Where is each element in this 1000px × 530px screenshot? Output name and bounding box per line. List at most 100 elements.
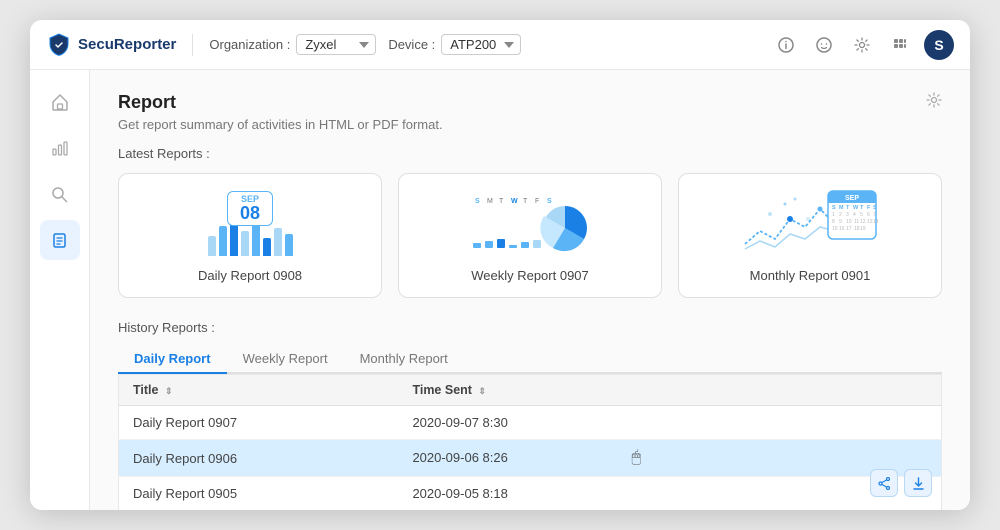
svg-text:16: 16 xyxy=(839,226,845,232)
sidebar-item-analytics[interactable] xyxy=(40,128,80,168)
svg-text:2: 2 xyxy=(839,212,842,218)
bar-1 xyxy=(208,236,216,256)
daily-calendar-badge: SEP 08 xyxy=(227,191,273,227)
table-row-highlighted: Daily Report 0906 2020-09-06 8:26 🖱 xyxy=(119,440,942,477)
org-select[interactable]: Zyxel xyxy=(296,34,376,55)
bar-2 xyxy=(219,226,227,256)
tab-daily-label: Daily Report xyxy=(134,351,211,366)
report-card-weekly[interactable]: S M T W T F S xyxy=(398,173,662,298)
topbar: SecuReporter Organization : Zyxel Device… xyxy=(30,20,970,70)
main-layout: Report Get report summary of activities … xyxy=(30,70,970,510)
svg-text:17: 17 xyxy=(846,226,852,232)
svg-text:T: T xyxy=(499,198,504,205)
daily-card-label: Daily Report 0908 xyxy=(198,268,302,283)
report-icon xyxy=(51,232,68,249)
tab-daily-report[interactable]: Daily Report xyxy=(118,345,227,374)
content-area: Report Get report summary of activities … xyxy=(90,70,970,510)
svg-text:11: 11 xyxy=(854,219,859,225)
apps-button[interactable] xyxy=(886,31,914,59)
svg-text:S: S xyxy=(873,205,877,211)
settings-button[interactable] xyxy=(848,31,876,59)
svg-text:18: 18 xyxy=(854,226,860,232)
latest-reports-label: Latest Reports : xyxy=(118,146,942,161)
info-icon xyxy=(778,37,794,53)
share-icon xyxy=(878,477,891,490)
cursor-icon: 🖱 xyxy=(631,449,641,467)
row-1-time-text: 2020-09-06 8:26 xyxy=(412,450,507,465)
svg-text:3: 3 xyxy=(846,212,849,218)
row-0-time: 2020-09-07 8:30 xyxy=(398,406,941,440)
history-table: Title ⇕ Time Sent ⇕ Daily Report 0907 xyxy=(118,374,942,510)
table-row: Daily Report 0905 2020-09-05 8:18 xyxy=(119,477,942,511)
bar-8 xyxy=(285,234,293,256)
svg-text:10: 10 xyxy=(846,219,852,225)
report-card-daily[interactable]: SEP 08 xyxy=(118,173,382,298)
svg-text:9: 9 xyxy=(839,219,842,225)
report-cards: SEP 08 xyxy=(118,173,942,298)
svg-text:M: M xyxy=(487,198,493,205)
gear-icon xyxy=(926,92,942,108)
table-row: Daily Report 0907 2020-09-07 8:30 xyxy=(119,406,942,440)
page-subtitle: Get report summary of activities in HTML… xyxy=(118,117,942,132)
svg-text:W: W xyxy=(511,198,518,205)
sidebar-item-report[interactable] xyxy=(40,220,80,260)
row-2-title: Daily Report 0905 xyxy=(119,477,399,511)
org-label: Organization : xyxy=(209,37,290,52)
page-settings-button[interactable] xyxy=(926,92,942,113)
bar-4 xyxy=(241,231,249,256)
svg-text:4: 4 xyxy=(853,212,856,218)
svg-text:F: F xyxy=(535,198,539,205)
download-icon xyxy=(912,477,925,490)
history-section: History Reports : Daily Report Weekly Re… xyxy=(118,320,942,497)
bar-5 xyxy=(252,224,260,256)
emoji-icon xyxy=(816,37,832,53)
svg-text:8: 8 xyxy=(832,219,835,225)
download-button[interactable] xyxy=(904,469,932,497)
device-label: Device : xyxy=(388,37,435,52)
th-title-label: Title xyxy=(133,383,158,397)
info-button[interactable] xyxy=(772,31,800,59)
sidebar-item-home[interactable] xyxy=(40,82,80,122)
row-2-time: 2020-09-05 8:18 xyxy=(398,477,941,511)
svg-text:T: T xyxy=(523,198,528,205)
report-card-monthly[interactable]: SEP S M T W T F S 1 2 3 xyxy=(678,173,942,298)
svg-text:SEP: SEP xyxy=(845,195,859,202)
device-select-group: Device : ATP200 xyxy=(388,34,521,55)
device-select[interactable]: ATP200 xyxy=(441,34,521,55)
monthly-card-visual: SEP S M T W T F S 1 2 3 xyxy=(693,188,927,258)
svg-text:19: 19 xyxy=(860,226,866,232)
sidebar-item-search[interactable] xyxy=(40,174,80,214)
avatar[interactable]: S xyxy=(924,30,954,60)
content-header: Report xyxy=(118,92,942,113)
emoji-button[interactable] xyxy=(810,31,838,59)
svg-text:14: 14 xyxy=(873,219,879,225)
settings-icon xyxy=(854,37,870,53)
share-button[interactable] xyxy=(870,469,898,497)
tab-weekly-label: Weekly Report xyxy=(243,351,328,366)
svg-text:S: S xyxy=(832,205,836,211)
th-time-sent-label: Time Sent xyxy=(412,383,472,397)
th-time-sent: Time Sent ⇕ xyxy=(398,375,941,406)
sidebar xyxy=(30,70,90,510)
svg-text:15: 15 xyxy=(832,226,838,232)
svg-text:M: M xyxy=(839,205,844,211)
daily-card-visual: SEP 08 xyxy=(133,188,367,258)
avatar-letter: S xyxy=(934,37,943,53)
sort-arrow-title[interactable]: ⇕ xyxy=(165,386,173,396)
row-0-title: Daily Report 0907 xyxy=(119,406,399,440)
page-title: Report xyxy=(118,92,176,113)
svg-text:5: 5 xyxy=(860,212,863,218)
tab-monthly-report[interactable]: Monthly Report xyxy=(344,345,464,374)
app-name: SecuReporter xyxy=(78,36,176,53)
org-select-group: Organization : Zyxel xyxy=(209,34,376,55)
table-header-row: Title ⇕ Time Sent ⇕ xyxy=(119,375,942,406)
row-actions xyxy=(870,469,932,497)
tab-monthly-label: Monthly Report xyxy=(360,351,448,366)
monthly-chart-svg: SEP S M T W T F S 1 2 3 xyxy=(740,189,880,257)
logo: SecuReporter xyxy=(46,32,176,58)
row-1-time: 2020-09-06 8:26 🖱 xyxy=(398,440,941,477)
bar-6 xyxy=(263,238,271,256)
topbar-right: S xyxy=(772,30,954,60)
tab-weekly-report[interactable]: Weekly Report xyxy=(227,345,344,374)
sort-arrow-time[interactable]: ⇕ xyxy=(478,386,486,396)
